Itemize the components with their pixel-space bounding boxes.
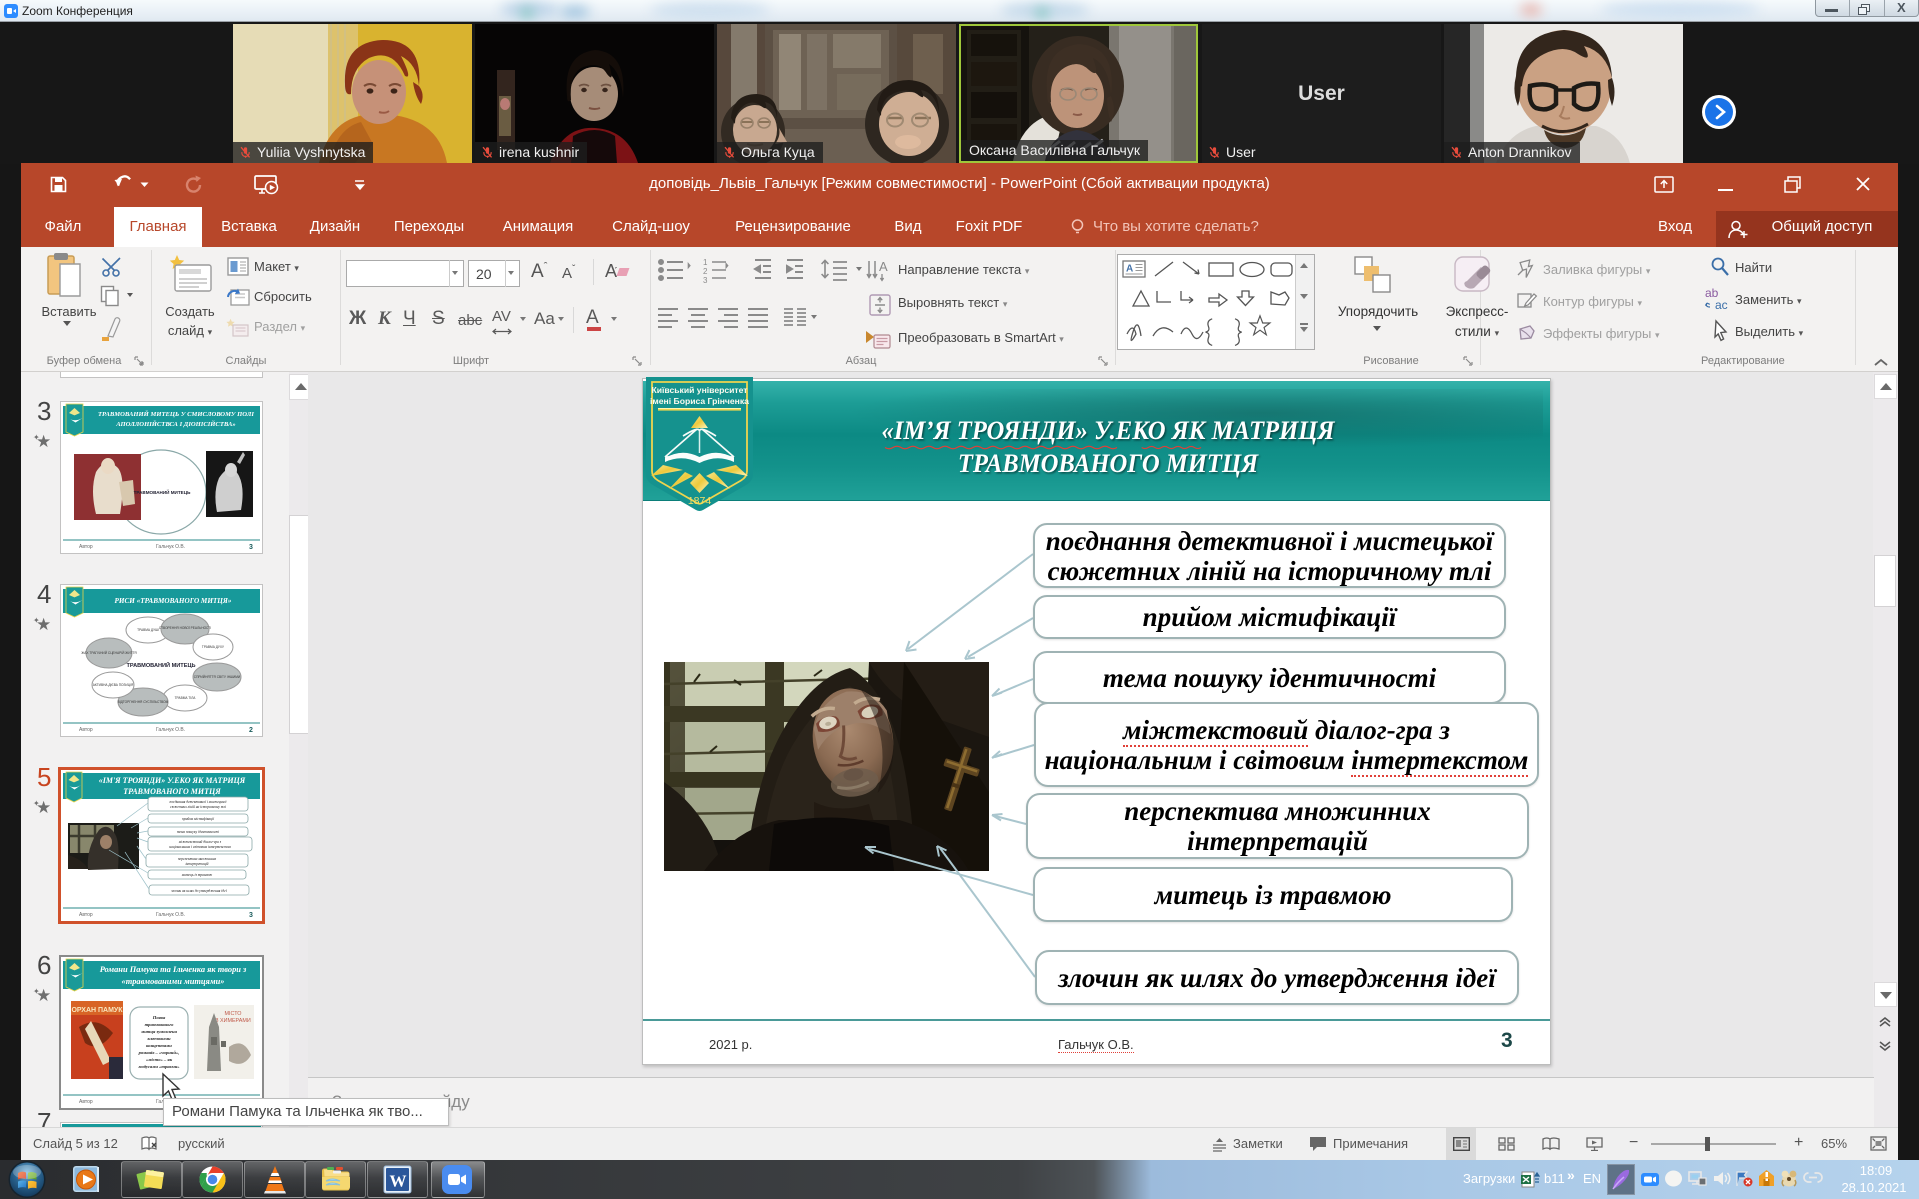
svg-text:ТРАВМОВАНИЙ МИТЕЦЬ: ТРАВМОВАНИЙ МИТЕЦЬ	[134, 488, 191, 495]
svg-text:МІСТО: МІСТО	[225, 1011, 242, 1017]
svg-text:ТРАВМОВАНОГО МИТЦЯ: ТРАВМОВАНОГО МИТЦЯ	[123, 787, 221, 796]
svg-text:ВІДТОРГНЕННЯ СУСПІЛЬСТВОМ: ВІДТОРГНЕННЯ СУСПІЛЬСТВОМ	[118, 700, 169, 704]
svg-text:«ІМ'Я ТРОЯНДИ» У.ЕКО ЯК МАТРИЦ: «ІМ'Я ТРОЯНДИ» У.ЕКО ЯК МАТРИЦЯ	[99, 776, 246, 785]
svg-text:Гальчук О.В.: Гальчук О.В.	[156, 727, 185, 733]
svg-text:Романи Памука та Ільченка як т: Романи Памука та Ільченка як твори з	[100, 965, 247, 974]
svg-text:сюжетних ліній на історичному: сюжетних ліній на історичному тлі	[170, 804, 226, 809]
svg-text:W: W	[390, 1172, 407, 1191]
svg-text:митець із травмою: митець із травмою	[181, 873, 213, 877]
svg-text:2: 2	[249, 727, 253, 734]
svg-text:злочин як шлях до утвердження: злочин як шлях до утвердження ідеї	[170, 889, 227, 893]
svg-text:ТРАВМА ДУХУ: ТРАВМА ДУХУ	[202, 645, 225, 649]
svg-text:Поява: Поява	[152, 1015, 166, 1020]
svg-text:A: A	[879, 259, 888, 274]
svg-text:З ХИМЕРАМИ: З ХИМЕРАМИ	[215, 1018, 251, 1024]
svg-text:Гальчук О.В.: Гальчук О.В.	[156, 912, 185, 918]
svg-text:національним і світовим інтерт: національним і світовим інтертекстом	[169, 845, 231, 849]
svg-text:концептами: концептами	[146, 1043, 172, 1048]
svg-text:інтерпретацій: інтерпретацій	[186, 861, 209, 866]
svg-text:Автор: Автор	[79, 544, 93, 550]
svg-text:Автор: Автор	[79, 727, 93, 733]
svg-text:Автор: Автор	[79, 912, 93, 918]
svg-text:ключовими: ключовими	[147, 1036, 171, 1041]
svg-text:АПОЛЛОНІЙСТВСА І ДІОНІСІЙСТВА»: АПОЛЛОНІЙСТВСА І ДІОНІСІЙСТВА»	[115, 420, 235, 428]
svg-text:3: 3	[249, 912, 253, 919]
svg-text:модусами «травми»: модусами «травми»	[137, 1064, 180, 1069]
svg-text:ОРХАН ПАМУК: ОРХАН ПАМУК	[71, 1007, 123, 1014]
svg-text:ТРАВМА ДУШІ: ТРАВМА ДУШІ	[137, 628, 159, 632]
svg-text:Автор: Автор	[79, 1099, 93, 1105]
svg-text:СТВОРЕННЯ НОВОЇ РЕАЛЬНОСТІ: СТВОРЕННЯ НОВОЇ РЕАЛЬНОСТІ	[159, 626, 211, 630]
svg-text:2: 2	[703, 267, 708, 276]
svg-text:травмованого: травмованого	[145, 1022, 175, 1027]
svg-text:ТРАВМОВАНИЙ МИТЕЦЬ: ТРАВМОВАНИЙ МИТЕЦЬ	[126, 661, 195, 669]
svg-text:ac: ac	[1715, 298, 1728, 311]
svg-text:A: A	[1126, 264, 1133, 275]
svg-text:ЖАХ ТРАГІЧНИЙ СЦЕНАРІЙ ЖИТТЯ: ЖАХ ТРАГІЧНИЙ СЦЕНАРІЙ ЖИТТЯ	[81, 651, 137, 655]
svg-text:«травмованими митцями»: «травмованими митцями»	[122, 977, 225, 986]
svg-text:романів – «чорний»,: романів – «чорний»,	[138, 1050, 180, 1055]
svg-text:міжтекстовий діалог-гра з: міжтекстовий діалог-гра з	[178, 839, 222, 844]
svg-text:СПРИЙНЯТТЯ СВІТУ ІНШИМИ: СПРИЙНЯТТЯ СВІТУ ІНШИМИ	[194, 675, 241, 679]
svg-text:3: 3	[703, 276, 708, 285]
svg-text:прийом містифікації: прийом містифікації	[182, 816, 215, 821]
svg-text:тема пошуку ідентичності: тема пошуку ідентичності	[177, 830, 219, 834]
svg-text:«місто» – як: «місто» – як	[146, 1057, 173, 1062]
svg-text:АКТИВНА ДІЄВА ПОЗИЦІЯ: АКТИВНА ДІЄВА ПОЗИЦІЯ	[93, 683, 134, 687]
svg-text:поєднання детективної і мистец: поєднання детективної і мистецької	[170, 800, 228, 804]
svg-text:3: 3	[249, 544, 253, 551]
svg-text:ТРАВМА ТІЛА: ТРАВМА ТІЛА	[175, 696, 197, 700]
svg-text:1: 1	[703, 258, 708, 267]
svg-text:митця зумовлена: митця зумовлена	[140, 1029, 177, 1034]
svg-text:РИСИ «ТРАВМОВАНОГО МИТЦЯ»: РИСИ «ТРАВМОВАНОГО МИТЦЯ»	[115, 597, 232, 605]
svg-text:ТРАВМОВАНИЙ МИТЕЦЬ У СМИСЛОВОМ: ТРАВМОВАНИЙ МИТЕЦЬ У СМИСЛОВОМУ ПОЛІ	[98, 410, 254, 418]
svg-text:перспектива множинних: перспектива множинних	[178, 857, 217, 861]
svg-text:Гальчук О.В.: Гальчук О.В.	[156, 544, 185, 550]
